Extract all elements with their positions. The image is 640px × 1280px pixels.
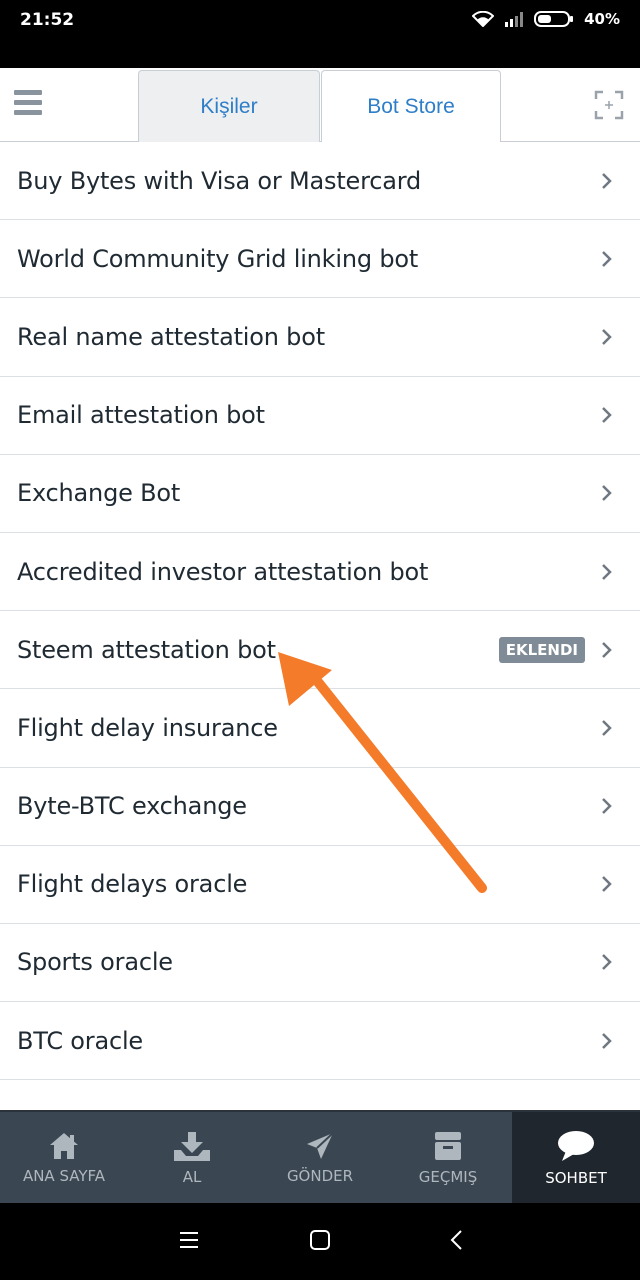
chevron-right-icon [602,641,612,658]
battery-percent: 40% [584,10,620,28]
battery-icon [534,11,574,27]
list-item[interactable]: Flight delays oracle [0,846,640,924]
header: Kişiler Bot Store [0,68,640,143]
list-item[interactable]: Sports oracle [0,924,640,1003]
home-icon [50,1132,78,1159]
nav-receive[interactable]: AL [128,1112,256,1203]
recent-apps-icon[interactable] [178,1229,200,1251]
nav-home-label: ANA SAYFA [22,1166,106,1185]
chevron-right-icon [602,1032,612,1049]
list-item-label: World Community Grid linking bot [17,244,419,273]
bot-list: Buy Bytes with Visa or Mastercard World C… [0,142,640,1110]
tab-bot-store[interactable]: Bot Store [321,70,501,143]
chevron-right-icon [602,250,612,267]
list-item[interactable]: Byte-BTC exchange [0,768,640,846]
back-icon[interactable] [446,1229,468,1251]
list-item[interactable]: BTC oracle [0,1002,640,1081]
list-item-label: Byte-BTC exchange [17,792,247,821]
list-item[interactable]: Flight delay insurance [0,689,640,768]
menu-icon[interactable] [14,90,42,118]
chevron-right-icon [602,876,612,893]
list-item[interactable]: Steem attestation bot EKLENDI [0,611,640,690]
chat-icon [558,1130,594,1161]
added-badge: EKLENDI [498,636,585,663]
status-bar: 21:52 40% [0,0,640,68]
list-item-label: Accredited investor attestation bot [17,557,429,586]
nav-send[interactable]: GÖNDER [256,1112,384,1203]
chevron-right-icon [602,329,612,345]
list-item-label: BTC oracle [17,1026,143,1055]
tab-kisiler[interactable]: Kişiler [138,70,320,142]
list-item-label: Flight delays oracle [17,870,248,899]
system-nav [0,1203,640,1280]
nav-history[interactable]: GEÇMIŞ [384,1112,512,1203]
list-item-label: Real name attestation bot [17,322,325,351]
chevron-right-icon [602,485,612,502]
list-item[interactable]: Real name attestation bot [0,298,640,377]
nav-chat-label: SOHBET [545,1168,607,1187]
list-item[interactable]: Exchange Bot [0,455,640,533]
status-time: 21:52 [20,10,75,30]
list-item-label: Exchange Bot [17,479,181,508]
list-item[interactable]: Email attestation bot [0,377,640,455]
nav-receive-label: AL [182,1167,202,1186]
nav-chat[interactable]: SOHBET [512,1112,640,1203]
home-button-icon[interactable] [309,1229,331,1251]
chevron-right-icon [602,172,612,189]
chevron-right-icon [602,563,612,580]
list-item-label: Steem attestation bot [17,635,276,664]
receive-icon [174,1131,210,1161]
list-item[interactable]: Accredited investor attestation bot [0,533,640,612]
wifi-icon [472,11,495,27]
send-icon [307,1131,334,1159]
list-item-label: Buy Bytes with Visa or Mastercard [17,166,422,195]
list-item-label: Flight delay insurance [17,713,278,742]
list-item-label: Sports oracle [17,948,173,977]
chevron-right-icon [602,407,612,424]
list-item-label: Email attestation bot [17,401,265,430]
signal-icon [505,12,524,27]
nav-home[interactable]: ANA SAYFA [0,1112,128,1203]
status-icons: 40% [472,10,620,28]
chevron-right-icon [602,798,612,814]
nav-send-label: GÖNDER [286,1166,354,1185]
bottom-nav: ANA SAYFA AL GÖNDER GEÇMIŞ SOHBET [0,1110,640,1203]
nav-history-label: GEÇMIŞ [418,1167,478,1186]
history-icon [435,1131,461,1160]
chevron-right-icon [602,720,612,736]
scan-qr-icon[interactable] [594,90,624,120]
list-item[interactable]: World Community Grid linking bot [0,220,640,299]
chevron-right-icon [602,954,612,971]
list-item[interactable]: Buy Bytes with Visa or Mastercard [0,142,640,221]
